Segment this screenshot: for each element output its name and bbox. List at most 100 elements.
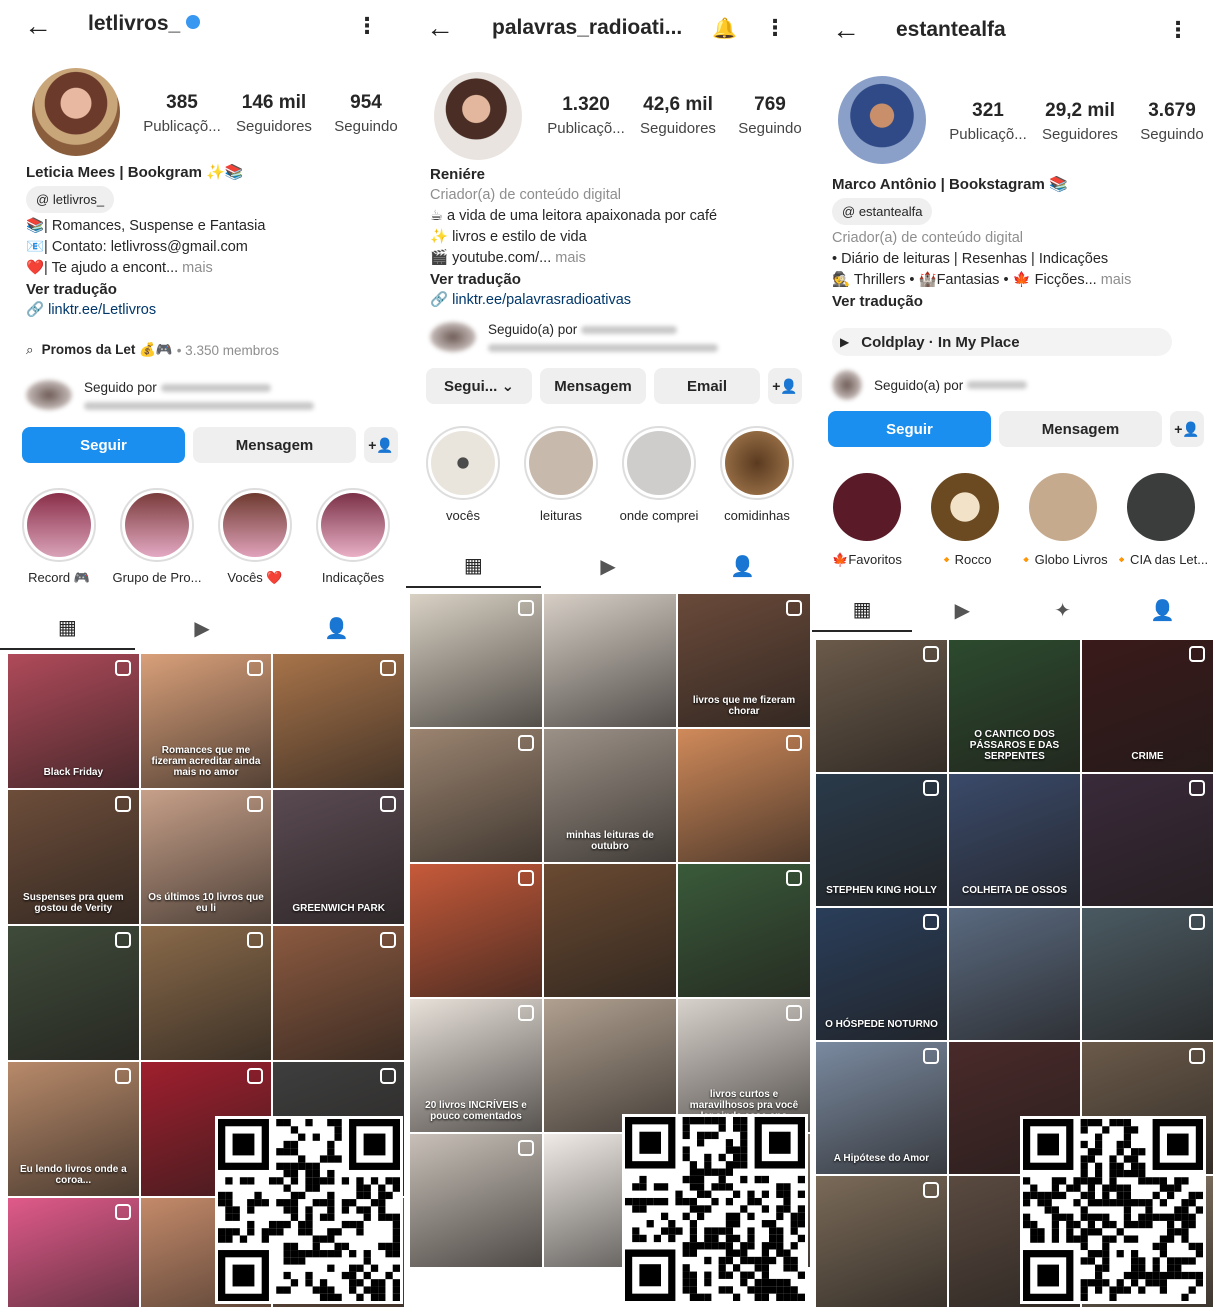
post-thumbnail[interactable]: CRIME bbox=[1082, 640, 1213, 772]
reels-icon[interactable]: ▶ bbox=[135, 606, 270, 650]
followers-stat[interactable]: 29,2 mil Seguidores bbox=[1034, 100, 1126, 143]
post-thumbnail[interactable]: STEPHEN KING HOLLY bbox=[816, 774, 947, 906]
posts-stat[interactable]: 385 Publicaçõ... bbox=[136, 92, 228, 135]
post-thumbnail[interactable]: Os últimos 10 livros que eu li bbox=[140, 790, 272, 924]
more-vert-icon[interactable]: ⋮ bbox=[356, 15, 378, 37]
add-person-icon[interactable]: +👤 bbox=[768, 368, 802, 404]
post-thumbnail[interactable] bbox=[140, 926, 272, 1060]
broadcast-channel[interactable]: ⌕ Promos da Let 💰🎮 • 3.350 membros bbox=[26, 342, 279, 358]
highlight-comidinhas[interactable]: comidinhas bbox=[708, 426, 806, 523]
followed-by[interactable]: Seguido(a) por bbox=[430, 322, 718, 353]
add-person-icon[interactable]: +👤 bbox=[1170, 411, 1204, 447]
back-arrow-icon[interactable]: ← bbox=[832, 16, 860, 44]
highlight-record[interactable]: Record 🎮 bbox=[10, 488, 108, 586]
highlight-grupo[interactable]: Grupo de Pro... bbox=[108, 488, 206, 586]
tagged-icon[interactable]: 👤 bbox=[269, 606, 404, 650]
post-thumbnail[interactable] bbox=[816, 640, 947, 772]
highlight-voces[interactable]: vocês bbox=[414, 426, 512, 523]
highlight-voces[interactable]: Vocês ❤️ bbox=[206, 488, 304, 586]
post-thumbnail[interactable] bbox=[544, 999, 676, 1132]
post-thumbnail[interactable] bbox=[678, 729, 810, 862]
reels-icon[interactable]: ▶ bbox=[541, 544, 676, 588]
message-button[interactable]: Mensagem bbox=[999, 411, 1162, 447]
post-thumbnail[interactable]: livros que me fizeram chorar bbox=[678, 594, 810, 727]
tagged-icon[interactable]: 👤 bbox=[1113, 588, 1213, 632]
post-thumbnail[interactable]: minhas leituras de outubro bbox=[544, 729, 676, 862]
message-button[interactable]: Mensagem bbox=[193, 427, 356, 463]
post-thumbnail[interactable] bbox=[1082, 908, 1213, 1040]
posts-stat[interactable]: 1.320 Publicaçõ... bbox=[540, 94, 632, 137]
post-thumbnail[interactable] bbox=[273, 926, 404, 1060]
back-arrow-icon[interactable]: ← bbox=[24, 12, 52, 40]
post-thumbnail[interactable] bbox=[816, 1176, 947, 1307]
reels-icon[interactable]: ▶ bbox=[912, 588, 1012, 632]
bell-icon[interactable]: 🔔 bbox=[712, 16, 737, 41]
post-thumbnail[interactable] bbox=[1082, 774, 1213, 906]
threads-badge[interactable]: @ estantealfa bbox=[832, 198, 933, 225]
post-thumbnail[interactable]: 20 livros INCRÍVEIS e pouco comentados bbox=[410, 999, 542, 1132]
following-stat[interactable]: 954 Seguindo bbox=[320, 92, 404, 135]
post-thumbnail[interactable]: GREENWICH PARK bbox=[273, 790, 404, 924]
grid-icon[interactable]: ▦ bbox=[406, 544, 541, 588]
post-thumbnail[interactable] bbox=[273, 654, 404, 788]
following-stat[interactable]: 3.679 Seguindo bbox=[1126, 100, 1213, 143]
message-button[interactable]: Mensagem bbox=[540, 368, 646, 404]
highlight-indicacoes[interactable]: Indicações bbox=[304, 488, 402, 586]
post-thumbnail[interactable] bbox=[8, 926, 139, 1060]
post-thumbnail[interactable] bbox=[410, 1134, 542, 1267]
followers-stat[interactable]: 146 mil Seguidores bbox=[228, 92, 320, 135]
post-thumbnail[interactable]: O HÓSPEDE NOTURNO bbox=[816, 908, 947, 1040]
post-thumbnail[interactable] bbox=[678, 864, 810, 997]
post-thumbnail[interactable]: Suspenses pra quem gostou de Verity bbox=[8, 790, 139, 924]
more-vert-icon[interactable]: ⋮ bbox=[1167, 19, 1189, 41]
post-thumbnail[interactable] bbox=[410, 594, 542, 727]
post-thumbnail[interactable] bbox=[949, 908, 1080, 1040]
highlight-onde-comprei[interactable]: onde comprei bbox=[610, 426, 708, 523]
highlight-favoritos[interactable]: 🍁Favoritos bbox=[818, 470, 916, 568]
bio-link[interactable]: 🔗 linktr.ee/palavrasradioativas bbox=[430, 290, 800, 311]
more-link[interactable]: mais bbox=[1097, 272, 1132, 288]
post-thumbnail[interactable] bbox=[410, 864, 542, 997]
translate-link[interactable]: Ver tradução bbox=[832, 291, 1203, 312]
highlight-cia-das-letras[interactable]: 🔸CIA das Let... bbox=[1112, 470, 1210, 568]
avatar[interactable] bbox=[434, 72, 522, 160]
more-vert-icon[interactable]: ⋮ bbox=[764, 17, 786, 39]
post-thumbnail[interactable] bbox=[8, 1198, 139, 1307]
followed-by[interactable]: Seguido por bbox=[26, 380, 314, 411]
grid-icon[interactable]: ▦ bbox=[0, 606, 135, 650]
post-thumbnail[interactable]: A Hipótese do Amor bbox=[816, 1042, 947, 1174]
translate-link[interactable]: Ver tradução bbox=[430, 269, 800, 290]
email-button[interactable]: Email bbox=[654, 368, 760, 404]
highlight-rocco[interactable]: 🔸Rocco bbox=[916, 470, 1014, 568]
sparkles-icon[interactable]: ✦ bbox=[1013, 588, 1113, 632]
following-stat[interactable]: 769 Seguindo bbox=[724, 94, 810, 137]
avatar[interactable] bbox=[838, 76, 926, 164]
more-link[interactable]: mais bbox=[178, 260, 213, 276]
follow-button[interactable]: Seguir bbox=[828, 411, 991, 447]
bio-link[interactable]: 🔗 linktr.ee/Letlivros bbox=[26, 300, 394, 321]
highlight-globo-livros[interactable]: 🔸Globo Livros bbox=[1014, 470, 1112, 568]
threads-badge[interactable]: @ letlivros_ bbox=[26, 186, 115, 213]
back-arrow-icon[interactable]: ← bbox=[426, 14, 454, 42]
post-thumbnail[interactable] bbox=[544, 864, 676, 997]
post-thumbnail[interactable]: livros curtos e maravilhosos pra você le… bbox=[678, 999, 810, 1132]
avatar[interactable] bbox=[32, 68, 120, 156]
follow-button[interactable]: Seguir bbox=[22, 427, 185, 463]
post-thumbnail[interactable]: O CANTICO DOS PÁSSAROS E DAS SERPENTES bbox=[949, 640, 1080, 772]
posts-stat[interactable]: 321 Publicaçõ... bbox=[942, 100, 1034, 143]
add-person-icon[interactable]: +👤 bbox=[364, 427, 398, 463]
followers-stat[interactable]: 42,6 mil Seguidores bbox=[632, 94, 724, 137]
tagged-icon[interactable]: 👤 bbox=[675, 544, 810, 588]
more-link[interactable]: mais bbox=[551, 250, 586, 266]
translate-link[interactable]: Ver tradução bbox=[26, 279, 394, 300]
music-track[interactable]: ▶ Coldplay · In My Place bbox=[832, 328, 1172, 356]
highlight-leituras[interactable]: leituras bbox=[512, 426, 610, 523]
post-thumbnail[interactable] bbox=[544, 594, 676, 727]
post-thumbnail[interactable]: Eu lendo livros onde a coroa... bbox=[8, 1062, 139, 1196]
following-button[interactable]: Segui... ⌄ bbox=[426, 368, 532, 404]
grid-icon[interactable]: ▦ bbox=[812, 588, 913, 632]
followed-by[interactable]: Seguido(a) por bbox=[832, 370, 1028, 400]
post-thumbnail[interactable]: Romances que me fizeram acreditar ainda … bbox=[140, 654, 272, 788]
post-thumbnail[interactable]: COLHEITA DE OSSOS bbox=[949, 774, 1080, 906]
post-thumbnail[interactable] bbox=[410, 729, 542, 862]
